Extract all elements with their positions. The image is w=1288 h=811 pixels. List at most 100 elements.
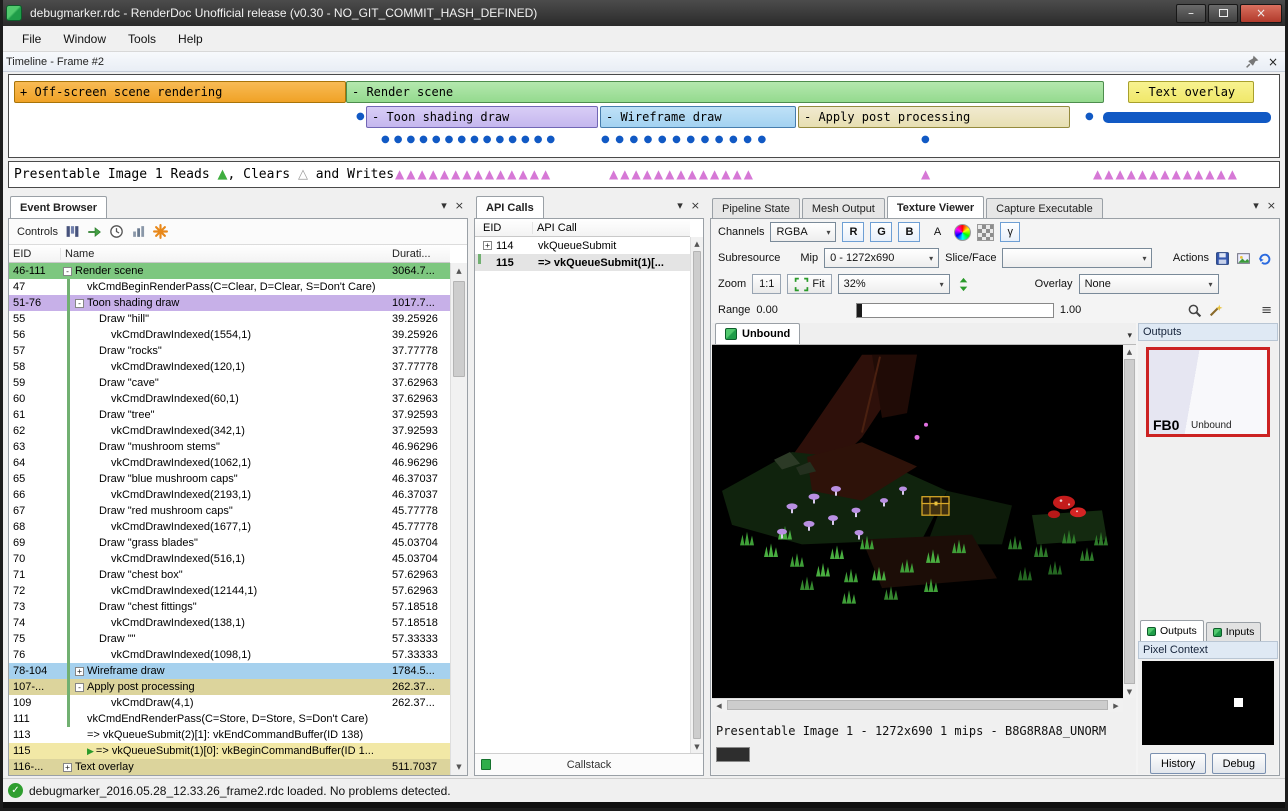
event-row[interactable]: 47 vkCmdBeginRenderPass(C=Clear, D=Clear… <box>9 279 450 295</box>
event-row[interactable]: 55 Draw "hill" 39.25926 <box>9 311 450 327</box>
panel-tab[interactable]: Capture Executable <box>986 198 1103 218</box>
event-row[interactable]: 71 Draw "chest box" 57.62963 <box>9 567 450 583</box>
scroll-down-icon[interactable]: ▼ <box>1123 685 1136 698</box>
scrollbar-thumb[interactable] <box>727 700 1108 710</box>
title-bar[interactable]: debugmarker.rdc - RenderDoc Unofficial r… <box>0 0 1288 26</box>
history-button[interactable]: History <box>1150 753 1206 774</box>
event-row[interactable]: 78-104 + Wireframe draw 1784.5... <box>9 663 450 679</box>
scrollbar-thumb[interactable] <box>693 251 701 739</box>
debug-button[interactable]: Debug <box>1212 753 1266 774</box>
event-row[interactable]: 68 vkCmdDrawIndexed(1677,1) 45.77778 <box>9 519 450 535</box>
scrollbar-thumb[interactable] <box>1124 359 1135 684</box>
writes-markers-group1[interactable]: ▲▲▲▲▲▲▲▲▲▲▲▲▲▲ <box>395 167 552 181</box>
tree-expander-icon[interactable]: - <box>75 683 84 692</box>
event-row[interactable]: 65 Draw "blue mushroom caps" 46.37037 <box>9 471 450 487</box>
autofit-wand-icon[interactable] <box>1208 303 1223 318</box>
mip-select[interactable]: 0 - 1272x690 ▾ <box>824 248 939 268</box>
panel-close-icon[interactable]: × <box>455 199 464 212</box>
menu-help[interactable]: Help <box>168 29 213 49</box>
zoom-select[interactable]: 32% ▾ <box>838 274 950 294</box>
event-row[interactable]: 70 vkCmdDrawIndexed(516,1) 45.03704 <box>9 551 450 567</box>
event-row[interactable]: 59 Draw "cave" 37.62963 <box>9 375 450 391</box>
scroll-down-icon[interactable]: ▼ <box>451 759 467 775</box>
event-row[interactable]: 115 => vkQueueSubmit(1)[0]: vkBeginComma… <box>9 743 450 759</box>
panel-tab[interactable]: Texture Viewer <box>887 196 984 218</box>
event-table[interactable]: 46-111 - Render scene 3064.7... 47 <box>9 263 450 775</box>
event-browser-scrollbar[interactable]: ▲ ▼ <box>450 263 467 775</box>
bookmark-icon[interactable] <box>153 224 168 239</box>
channel-alpha-toggle[interactable]: A <box>926 222 948 242</box>
scroll-down-icon[interactable]: ▼ <box>691 740 703 753</box>
scroll-left-icon[interactable]: ◀ <box>712 699 726 712</box>
tree-expander-icon[interactable]: + <box>63 763 72 772</box>
tab-api-calls[interactable]: API Calls <box>476 196 544 218</box>
event-row[interactable]: 64 vkCmdDrawIndexed(1062,1) 46.96296 <box>9 455 450 471</box>
channel-red-toggle[interactable]: R <box>842 222 864 242</box>
event-row[interactable]: 63 Draw "mushroom stems" 46.96296 <box>9 439 450 455</box>
event-row[interactable]: 56 vkCmdDrawIndexed(1554,1) 39.25926 <box>9 327 450 343</box>
range-options-icon[interactable]: ≡ <box>1261 303 1272 318</box>
zoom-range-icon[interactable] <box>1187 303 1202 318</box>
zoom-1to1-button[interactable]: 1:1 <box>752 274 781 294</box>
event-row[interactable]: 66 vkCmdDrawIndexed(2193,1) 46.37037 <box>9 487 450 503</box>
timeline-draw-dots-wireframe[interactable]: ●●●●●●●●●●●● <box>601 134 772 145</box>
minimize-button[interactable]: – <box>1176 4 1206 23</box>
range-max-value[interactable]: 1.00 <box>1060 304 1081 316</box>
timeline-draw-dots-toon[interactable]: ●●●●●●●●●●●●●● <box>381 134 559 145</box>
scroll-up-icon[interactable]: ▲ <box>451 263 467 279</box>
column-duration[interactable]: Durati... <box>392 248 450 260</box>
writes-markers-group2[interactable]: ▲▲▲▲▲▲▲▲▲▲▲▲▲ <box>609 167 755 181</box>
scroll-up-icon[interactable]: ▲ <box>691 237 703 250</box>
sliceface-select[interactable]: ▾ <box>1002 248 1152 268</box>
goto-eid-icon[interactable] <box>87 224 102 239</box>
panel-close-icon[interactable]: × <box>691 199 700 212</box>
timeline-marker-dot[interactable]: ● <box>356 111 365 122</box>
event-row[interactable]: 75 Draw "" 57.33333 <box>9 631 450 647</box>
flip-vertical-icon[interactable] <box>956 277 971 292</box>
event-row[interactable]: 67 Draw "red mushroom caps" 45.77778 <box>9 503 450 519</box>
api-call-row[interactable]: + 114 vkQueueSubmit <box>475 237 690 254</box>
tree-expander-icon[interactable]: - <box>75 299 84 308</box>
event-row[interactable]: 74 vkCmdDrawIndexed(138,1) 57.18518 <box>9 615 450 631</box>
timeline-bar-toon-shading[interactable]: - Toon shading draw <box>366 106 598 128</box>
api-call-row[interactable]: 115 => vkQueueSubmit(1)[... <box>475 254 690 271</box>
timeline-panel[interactable]: + Off-screen scene rendering - Render sc… <box>8 74 1280 158</box>
event-row[interactable]: 69 Draw "grass blades" 45.03704 <box>9 535 450 551</box>
maximize-button[interactable] <box>1208 4 1238 23</box>
timeline-bar-render-scene[interactable]: - Render scene <box>346 81 1104 103</box>
api-calls-column-headers[interactable]: EID API Call <box>475 219 690 237</box>
panel-dropdown-icon[interactable]: ▾ <box>1253 199 1259 212</box>
timeline-draw-dots-post[interactable]: ● <box>921 134 934 145</box>
tab-unbound-texture[interactable]: Unbound <box>715 323 800 344</box>
column-eid[interactable]: EID <box>475 222 533 234</box>
timeline-bar-overlay-draws[interactable] <box>1103 112 1271 123</box>
callstack-bar[interactable]: Callstack <box>475 753 703 775</box>
range-slider[interactable] <box>856 303 1054 318</box>
panel-dropdown-icon[interactable]: ▾ <box>677 199 683 212</box>
fb0-thumbnail[interactable]: FB0 Unbound <box>1146 347 1270 437</box>
menu-tools[interactable]: Tools <box>118 29 166 49</box>
texture-list-dropdown-icon[interactable]: ▾ <box>1127 331 1132 341</box>
timeline-bar-post-processing[interactable]: - Apply post processing <box>798 106 1070 128</box>
column-name[interactable]: Name <box>61 248 392 260</box>
channels-select[interactable]: RGBA ▾ <box>770 222 836 242</box>
event-row[interactable]: 113 => vkQueueSubmit(2)[1]: vkEndCommand… <box>9 727 450 743</box>
fit-button[interactable]: Fit <box>787 274 831 294</box>
event-row[interactable]: 116-... + Text overlay 511.7037 <box>9 759 450 775</box>
writes-marker-single[interactable]: ▲ <box>921 167 932 181</box>
color-wheel-icon[interactable] <box>954 224 971 241</box>
statistics-icon[interactable] <box>131 224 146 239</box>
event-row[interactable]: 109 vkCmdDraw(4,1) 262.37... <box>9 695 450 711</box>
scrollbar-thumb[interactable] <box>453 281 465 377</box>
overlay-select[interactable]: None ▾ <box>1079 274 1219 294</box>
column-eid[interactable]: EID <box>9 248 61 260</box>
texture-horizontal-scrollbar[interactable]: ◀ ▶ <box>712 698 1123 711</box>
event-row[interactable]: 111 vkCmdEndRenderPass(C=Store, D=Store,… <box>9 711 450 727</box>
event-row[interactable]: 51-76 - Toon shading draw 1017.7... <box>9 295 450 311</box>
time-durations-icon[interactable] <box>109 224 124 239</box>
open-image-icon[interactable] <box>1236 251 1251 266</box>
column-api-call[interactable]: API Call <box>533 222 577 234</box>
close-button[interactable]: × <box>1240 4 1282 23</box>
tab-inputs[interactable]: Inputs <box>1206 622 1262 641</box>
panel-close-icon[interactable]: × <box>1267 199 1276 212</box>
